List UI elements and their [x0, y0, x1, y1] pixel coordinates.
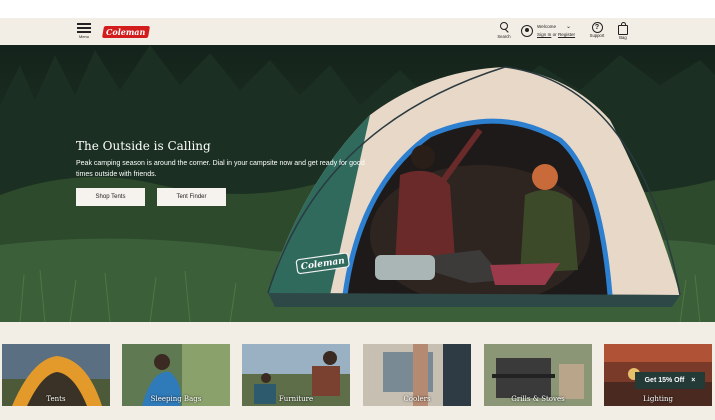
- close-icon[interactable]: ×: [691, 377, 695, 384]
- hero-copy: The Outside is Calling Peak camping seas…: [76, 139, 366, 180]
- or-text: or: [552, 32, 557, 37]
- hamburger-icon: [77, 23, 91, 33]
- search-button[interactable]: Search: [496, 22, 512, 39]
- bag-icon: [618, 22, 628, 35]
- coleman-logo[interactable]: Coleman: [101, 26, 151, 38]
- site-header: Menu Coleman Search Welcome ⌄ Sign In or…: [0, 18, 715, 45]
- category-strip: Tents Sleeping Bags Furniture Coolers Gr…: [0, 322, 715, 420]
- register-link[interactable]: Register: [558, 32, 575, 37]
- hero-subtitle: Peak camping season is around the corner…: [76, 160, 365, 178]
- category-label: Grills & Stoves: [511, 395, 565, 403]
- support-label: Support: [589, 33, 605, 38]
- category-coolers[interactable]: Coolers: [363, 344, 471, 406]
- tent-finder-button[interactable]: Tent Finder: [157, 188, 226, 206]
- help-icon: ?: [591, 22, 603, 33]
- bag-button[interactable]: Bag: [616, 22, 630, 40]
- category-tents[interactable]: Tents: [2, 344, 110, 406]
- user-icon: [521, 25, 533, 37]
- logo-text: Coleman: [106, 27, 146, 37]
- hero-banner: Coleman The Outside is Calling Peak camp…: [0, 45, 715, 323]
- category-label: Sleeping Bags: [150, 395, 202, 403]
- account-links: Sign In or Register: [537, 32, 575, 37]
- category-label: Furniture: [278, 395, 314, 403]
- menu-button[interactable]: Menu: [77, 23, 91, 39]
- menu-label: Menu: [78, 34, 89, 39]
- chevron-down-icon[interactable]: ⌄: [566, 23, 571, 30]
- support-button[interactable]: ? Support: [587, 22, 607, 38]
- category-sleeping-bags[interactable]: Sleeping Bags: [122, 344, 230, 406]
- category-label: Tents: [46, 395, 66, 403]
- category-grills-stoves[interactable]: Grills & Stoves: [484, 344, 592, 406]
- shop-tents-button[interactable]: Shop Tents: [76, 188, 145, 206]
- search-icon: [499, 22, 509, 34]
- sign-in-link[interactable]: Sign In: [537, 32, 551, 37]
- category-label: Lighting: [643, 395, 673, 403]
- category-label: Coolers: [403, 395, 431, 403]
- promo-label[interactable]: Get 15% Off: [645, 377, 685, 384]
- category-furniture[interactable]: Furniture: [242, 344, 350, 406]
- search-label: Search: [497, 34, 511, 39]
- promo-popup[interactable]: Get 15% Off ×: [635, 372, 705, 389]
- hero-title: The Outside is Calling: [76, 139, 211, 153]
- welcome-text: Welcome: [537, 24, 557, 29]
- bag-label: Bag: [619, 35, 627, 40]
- hero-image: Coleman: [0, 45, 715, 323]
